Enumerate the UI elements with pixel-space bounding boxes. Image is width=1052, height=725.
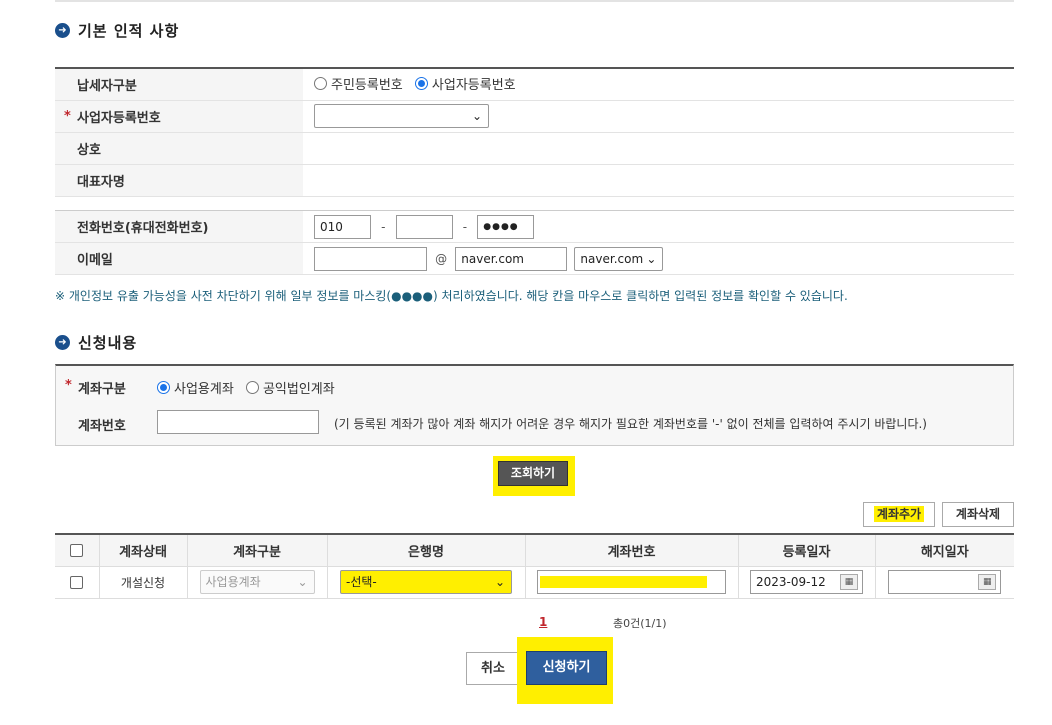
table-header-row: 계좌상태 계좌구분 은행명 계좌번호 등록일자 해지일자 bbox=[55, 534, 1014, 567]
arrow-circle-icon: ➜ bbox=[55, 335, 70, 350]
phone-part1-input[interactable]: 010 bbox=[314, 214, 371, 239]
phone-separator: - bbox=[462, 219, 468, 234]
reg-date-cell: 2023-09-12 ▦ bbox=[737, 565, 876, 599]
company-name-value bbox=[303, 132, 1014, 165]
chevron-down-icon: ⌄ bbox=[646, 251, 657, 266]
account-search-box: * 계좌구분 사업용계좌 공익법인계좌 계좌번호 (기 등록된 계좌가 많아 계… bbox=[55, 364, 1014, 446]
account-type-radios: 사업용계좌 공익법인계좌 bbox=[157, 378, 343, 398]
radio-button-selected[interactable] bbox=[157, 381, 170, 394]
email-domain-input[interactable]: naver.com bbox=[455, 246, 568, 271]
request-section-title-text: 신청내용 bbox=[78, 334, 138, 352]
chevron-down-icon: ⌄ bbox=[297, 575, 308, 589]
business-number-select[interactable]: ⌄ bbox=[314, 104, 489, 128]
phone-cell: 010 - - ●●●● bbox=[303, 210, 1014, 243]
table-row: 개설신청 사업용계좌 ⌄ -선택- ⌄ 2023-09-12 ▦ ▦ bbox=[55, 565, 1014, 599]
add-account-label: 계좌추가 bbox=[873, 506, 925, 522]
phone-part3-input[interactable]: ●●●● bbox=[477, 214, 535, 239]
account-number-label: 계좌번호 bbox=[78, 419, 126, 434]
bank-select-value: -선택- bbox=[346, 575, 377, 589]
email-at-sign: @ bbox=[435, 251, 448, 266]
request-section-title: ➜ 신청내용 bbox=[55, 332, 137, 353]
radio-business-account[interactable]: 사업용계좌 bbox=[157, 378, 234, 397]
taxpayer-type-cell: 주민등록번호 사업자등록번호 bbox=[303, 68, 1014, 101]
top-divider bbox=[55, 0, 1014, 2]
account-type-select[interactable]: 사업용계좌 ⌄ bbox=[199, 570, 315, 594]
select-all-checkbox[interactable] bbox=[70, 543, 84, 557]
grid-account-number-input[interactable] bbox=[537, 570, 726, 594]
search-button[interactable]: 조회하기 bbox=[498, 461, 568, 486]
email-cell: @ naver.com naver.com ⌄ bbox=[303, 242, 1014, 275]
radio-label: 주민등록번호 bbox=[331, 78, 403, 94]
required-mark: * bbox=[64, 108, 71, 124]
business-number-header: * 사업자등록번호 bbox=[55, 100, 303, 133]
account-number-cell bbox=[524, 565, 739, 599]
taxpayer-type-label: 납세자구분 bbox=[55, 68, 303, 101]
row-checkbox-cell bbox=[55, 565, 100, 599]
accounts-table: 계좌상태 계좌구분 은행명 계좌번호 등록일자 해지일자 개설신청 사업용계좌 … bbox=[55, 533, 1014, 599]
radio-business-number[interactable]: 사업자등록번호 bbox=[414, 74, 516, 94]
email-local-input[interactable] bbox=[314, 246, 427, 271]
radio-button[interactable] bbox=[314, 77, 327, 91]
col-header-reg-date: 등록일자 bbox=[737, 534, 876, 567]
row-checkbox[interactable] bbox=[70, 576, 84, 589]
representative-label: 대표자명 bbox=[55, 164, 303, 197]
arrow-circle-icon: ➜ bbox=[55, 23, 70, 38]
chevron-down-icon: ⌄ bbox=[494, 575, 505, 589]
select-all-header bbox=[55, 534, 100, 567]
submit-button[interactable]: 신청하기 bbox=[526, 651, 607, 685]
business-number-cell: ⌄ bbox=[303, 100, 1014, 133]
radio-button[interactable] bbox=[245, 381, 259, 394]
representative-value bbox=[303, 164, 1014, 197]
cancel-button[interactable]: 취소 bbox=[466, 652, 520, 685]
radio-button-selected[interactable] bbox=[414, 77, 428, 91]
basic-section-title-text: 기본 인적 사항 bbox=[78, 22, 180, 40]
col-header-close-date: 해지일자 bbox=[874, 534, 1014, 567]
email-domain-select-value: naver.com bbox=[580, 251, 644, 266]
basic-info-table: 납세자구분 주민등록번호 사업자등록번호 * 사업자등록번호 ⌄ 상호 대표자명 bbox=[55, 67, 1014, 197]
email-domain-select[interactable]: naver.com ⌄ bbox=[574, 246, 664, 271]
col-header-bank: 은행명 bbox=[326, 534, 526, 567]
col-header-account-type: 계좌구분 bbox=[186, 534, 328, 567]
phone-label: 전화번호(휴대전화번호) bbox=[55, 210, 303, 243]
highlight-marker bbox=[540, 576, 707, 588]
account-type-value: 사업용계좌 bbox=[205, 575, 261, 589]
delete-account-button[interactable]: 계좌삭제 bbox=[942, 502, 1014, 527]
phone-separator: - bbox=[381, 219, 386, 234]
close-date-cell: ▦ bbox=[874, 565, 1014, 599]
chevron-down-icon: ⌄ bbox=[471, 109, 482, 123]
bank-select[interactable]: -선택- ⌄ bbox=[340, 570, 512, 594]
close-date-input[interactable]: ▦ bbox=[888, 570, 1002, 594]
reg-date-input[interactable]: 2023-09-12 ▦ bbox=[750, 570, 863, 594]
company-name-label: 상호 bbox=[55, 132, 303, 165]
bank-cell: -선택- ⌄ bbox=[326, 565, 526, 599]
account-number-note: (기 등록된 계좌가 많아 계좌 해지가 어려운 경우 해지가 필요한 계좌번호… bbox=[334, 417, 927, 431]
email-label: 이메일 bbox=[55, 242, 303, 275]
status-cell: 개설신청 bbox=[98, 565, 188, 599]
radio-public-account[interactable]: 공익법인계좌 bbox=[245, 378, 335, 397]
radio-label: 사업자등록번호 bbox=[431, 78, 516, 94]
masking-notice: ※ 개인정보 유출 가능성을 사전 차단하기 위해 일부 정보를 마스킹(●●●… bbox=[55, 289, 848, 303]
business-number-label: 사업자등록번호 bbox=[77, 110, 161, 126]
contact-table: 전화번호(휴대전화번호) 010 - - ●●●● 이메일 @ naver.co… bbox=[55, 210, 1014, 275]
radio-label: 사업용계좌 bbox=[174, 382, 234, 397]
calendar-icon[interactable]: ▦ bbox=[978, 574, 997, 590]
col-header-account-number: 계좌번호 bbox=[524, 534, 739, 567]
calendar-icon[interactable]: ▦ bbox=[840, 574, 858, 590]
account-type-cell: 사업용계좌 ⌄ bbox=[186, 565, 328, 599]
reg-date-value: 2023-09-12 bbox=[756, 575, 826, 589]
basic-section-title: ➜ 기본 인적 사항 bbox=[55, 20, 179, 41]
add-account-button[interactable]: 계좌추가 bbox=[863, 502, 935, 527]
result-count: 총0건(1/1) bbox=[613, 617, 667, 630]
page-link-current[interactable]: 1 bbox=[539, 615, 547, 629]
account-type-label: 계좌구분 bbox=[78, 382, 126, 397]
col-header-status: 계좌상태 bbox=[98, 534, 188, 567]
radio-resident-number[interactable]: 주민등록번호 bbox=[314, 74, 403, 93]
radio-label: 공익법인계좌 bbox=[262, 382, 335, 397]
required-mark: * bbox=[65, 378, 72, 393]
phone-part2-input[interactable] bbox=[395, 214, 453, 239]
account-number-input[interactable] bbox=[157, 410, 319, 434]
